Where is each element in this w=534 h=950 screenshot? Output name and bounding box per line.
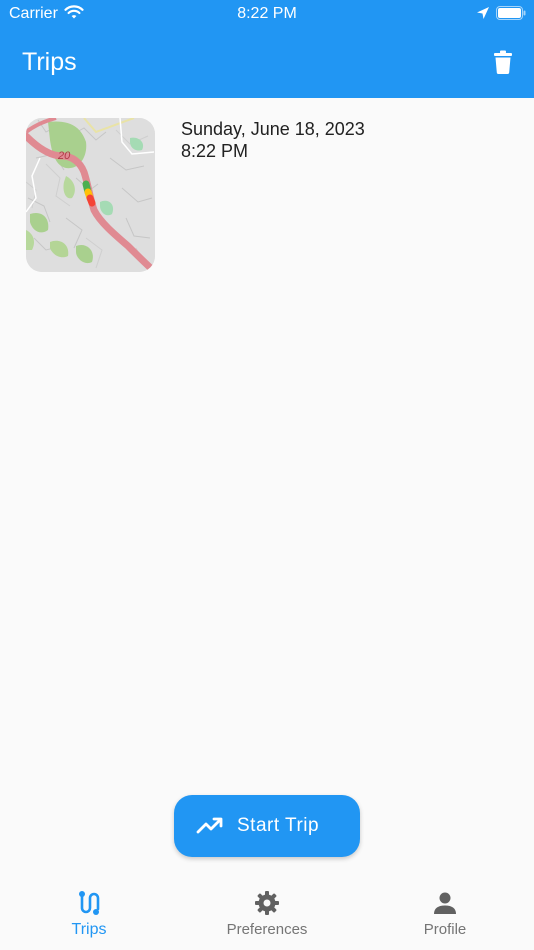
- status-time: 8:22 PM: [237, 5, 297, 22]
- delete-all-button[interactable]: [489, 46, 517, 78]
- trip-list-item[interactable]: 20 Sunday, June 18, 2023 8:22 PM: [0, 98, 534, 288]
- app-bar: Carrier 8:22 PM Trips: [0, 0, 534, 98]
- status-bar: Carrier 8:22 PM: [0, 0, 534, 28]
- location-arrow-icon: [477, 7, 489, 19]
- trip-time: 8:22 PM: [181, 141, 249, 161]
- battery-icon: [496, 6, 526, 20]
- trash-icon: [494, 50, 512, 74]
- bottom-tab-bar: Trips Preferences Profile: [0, 877, 534, 950]
- map-road-label: 20: [57, 150, 71, 162]
- trending-up-icon: [196, 817, 223, 834]
- person-icon: [432, 889, 458, 917]
- page-title: Trips: [22, 48, 77, 76]
- start-trip-label: Start Trip: [237, 815, 320, 836]
- start-trip-button[interactable]: Start Trip: [174, 795, 360, 857]
- map-image: 20: [26, 118, 155, 272]
- tab-trips-label: Trips: [71, 921, 107, 938]
- tab-preferences[interactable]: Preferences: [178, 877, 356, 950]
- tab-trips[interactable]: Trips: [0, 877, 178, 950]
- trip-map-thumbnail: 20: [26, 118, 155, 272]
- tab-preferences-label: Preferences: [226, 921, 308, 938]
- tab-profile-label: Profile: [423, 921, 467, 938]
- trip-date: Sunday, June 18, 2023: [181, 119, 365, 139]
- route-icon: [76, 889, 102, 917]
- gear-icon: [254, 889, 280, 917]
- tab-profile[interactable]: Profile: [356, 877, 534, 950]
